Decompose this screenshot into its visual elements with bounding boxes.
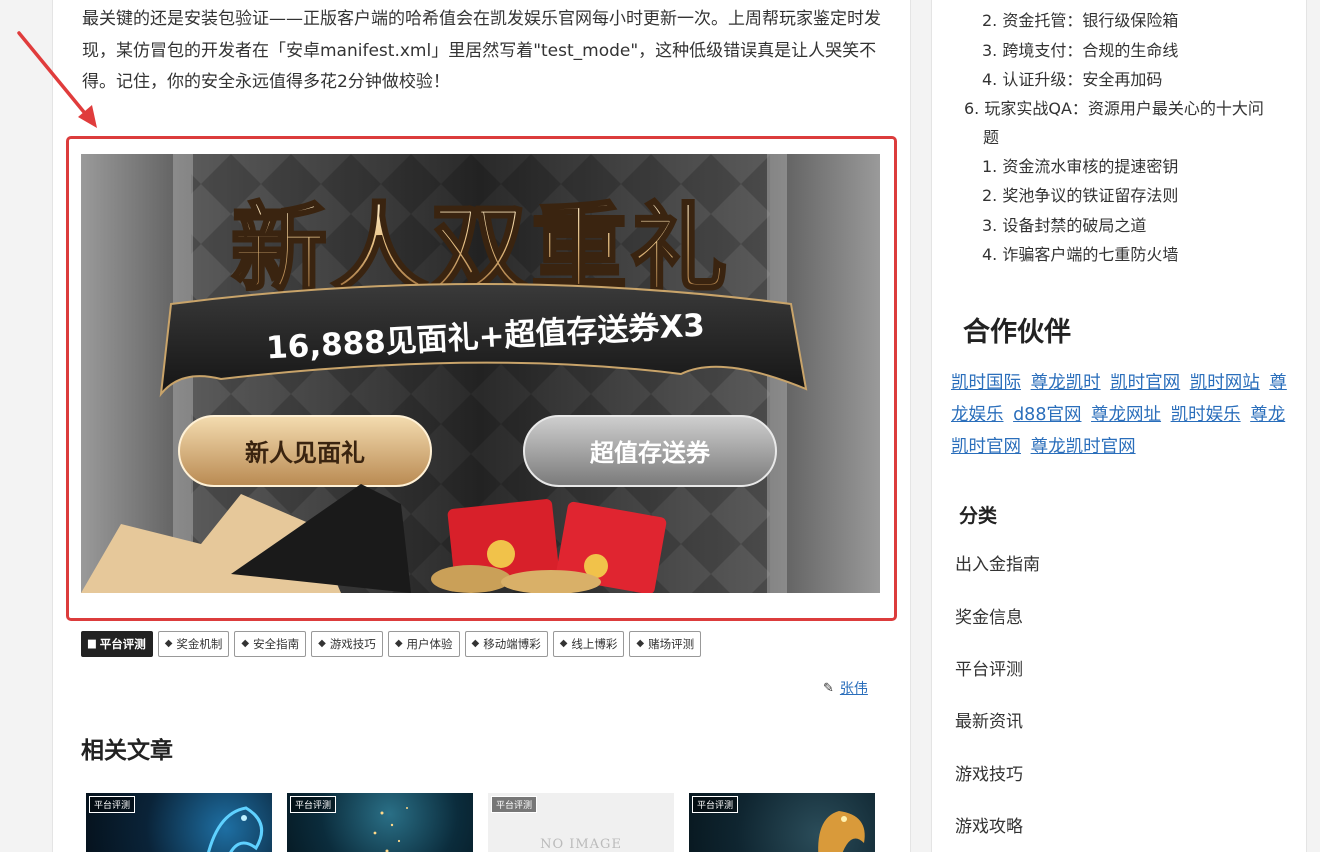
dragon-image [207, 806, 264, 852]
partner-link[interactable]: 尊龙凯时 [1031, 373, 1101, 393]
related-card-2[interactable]: 平台评测 [287, 793, 473, 852]
category-item[interactable]: 出入金指南 [955, 550, 1040, 575]
pencil-icon: ✎ [823, 680, 834, 696]
no-image-placeholder: NO IMAGE [540, 837, 622, 852]
author-line: ✎ 张伟 [823, 678, 868, 698]
partner-links: 凯时国际 尊龙凯时 凯时官网 凯时网站 尊龙娱乐 d88官网 尊龙网址 凯时娱乐… [951, 367, 1291, 463]
partners-heading: 合作伙伴 [963, 317, 1071, 348]
tag-label: 赌场评测 [648, 637, 695, 651]
tag-label: 移动端博彩 [483, 637, 541, 651]
article-paragraph: 最关键的还是安装包验证——正版客户端的哈希值会在凯发娱乐官网每小时更新一次。上周… [82, 9, 881, 92]
tag-icon: ◆ [559, 638, 568, 649]
sparkles-image [373, 807, 408, 852]
toc-item[interactable]: 1. 资金流水审核的提速密钥 [982, 152, 1178, 181]
partner-link[interactable]: 凯时娱乐 [1171, 405, 1241, 425]
tag-chip[interactable]: ◆ 用户体验 [387, 631, 460, 657]
category-item[interactable]: 最新资讯 [955, 707, 1023, 732]
tag-chip[interactable]: ◆ 奖金机制 [157, 631, 230, 657]
partner-link[interactable]: d88官网 [1013, 405, 1081, 425]
related-articles-title: 相关文章 [81, 738, 173, 764]
toc-item[interactable]: 4. 认证升级：安全再加码 [982, 65, 1162, 94]
category-item[interactable]: 游戏攻略 [955, 812, 1023, 837]
categories-heading: 分类 [959, 505, 998, 527]
tag-icon: ◆ [394, 638, 403, 649]
tag-icon: ◆ [241, 638, 250, 649]
tag-icon: ◆ [471, 638, 480, 649]
toc-item-continued[interactable]: 题 [983, 123, 999, 152]
related-card-4[interactable]: 平台评测 [689, 793, 875, 852]
tag-icon: ◆ [318, 638, 326, 649]
tag-label: 平台评测 [99, 637, 146, 651]
tag-icon: ◆ [636, 638, 645, 649]
banner-button-left: 新人见面礼 [245, 439, 365, 467]
toc-item[interactable]: 3. 设备封禁的破局之道 [982, 211, 1146, 240]
category-item[interactable]: 奖金信息 [955, 603, 1023, 628]
toc-item[interactable]: 2. 奖池争议的铁证留存法则 [982, 181, 1178, 210]
gold-dragon-image [818, 811, 865, 852]
related-card-label: 平台评测 [491, 796, 538, 813]
promo-banner-image[interactable]: 新人双重礼 16,888见面礼+超值存送券X3 新人见面礼 超值存送券 [81, 154, 880, 593]
tag-icon: ◆ [164, 638, 173, 649]
tag-list: ▆ 平台评测 ◆ 奖金机制 ◆ 安全指南 ◆ 游戏技巧 ◆ 用户体验 ◆ 移动端博彩 ◆ 线上博彩 ◆ 赌场评… [81, 631, 702, 657]
tag-chip[interactable]: ◆ 移动端博彩 [464, 631, 548, 657]
sidebar: 2. 资金托管：银行级保险箱 3. 跨境支付：合规的生命线 4. 认证升级：安全… [931, 0, 1307, 852]
toc-item[interactable]: 4. 诈骗客户端的七重防火墙 [982, 240, 1178, 269]
related-card-1[interactable]: 平台评测 [86, 793, 272, 852]
partner-link[interactable]: 凯时国际 [951, 373, 1021, 393]
toc-item[interactable]: 2. 资金托管：银行级保险箱 [982, 6, 1178, 35]
tag-label: 安全指南 [253, 637, 300, 651]
category-item[interactable]: 平台评测 [955, 655, 1023, 680]
tag-chip[interactable]: ◆ 游戏技巧 [311, 631, 383, 657]
folder-icon: ▆ [88, 638, 96, 649]
author-link[interactable]: 张伟 [840, 678, 868, 698]
partner-link[interactable]: 尊龙凯时官网 [1031, 437, 1136, 457]
toc-item[interactable]: 6. 玩家实战QA：资源用户最关心的十大问 [964, 94, 1264, 123]
tag-label: 游戏技巧 [329, 637, 376, 651]
article-main: 最关键的还是安装包验证——正版客户端的哈希值会在凯发娱乐官网每小时更新一次。上周… [52, 0, 911, 852]
category-item[interactable]: 游戏技巧 [955, 760, 1023, 785]
partner-link[interactable]: 尊龙网址 [1091, 405, 1161, 425]
toc-item[interactable]: 3. 跨境支付：合规的生命线 [982, 36, 1178, 65]
tag-chip[interactable]: ◆ 线上博彩 [552, 631, 625, 657]
category-chip[interactable]: ▆ 平台评测 [81, 631, 153, 657]
tag-chip[interactable]: ◆ 安全指南 [234, 631, 307, 657]
tag-label: 奖金机制 [176, 637, 223, 651]
banner-button-right: 超值存送券 [590, 439, 711, 467]
related-card-3[interactable]: 平台评测 NO IMAGE [488, 793, 674, 852]
page: 最关键的还是安装包验证——正版客户端的哈希值会在凯发娱乐官网每小时更新一次。上周… [0, 0, 1320, 852]
tag-label: 用户体验 [406, 637, 453, 651]
partner-link[interactable]: 凯时网站 [1190, 373, 1260, 393]
partner-link[interactable]: 凯时官网 [1110, 373, 1180, 393]
tag-chip[interactable]: ◆ 赌场评测 [629, 631, 702, 657]
promo-banner-art: 新人双重礼 16,888见面礼+超值存送券X3 新人见面礼 超值存送券 [81, 154, 880, 593]
tag-label: 线上博彩 [571, 637, 618, 651]
